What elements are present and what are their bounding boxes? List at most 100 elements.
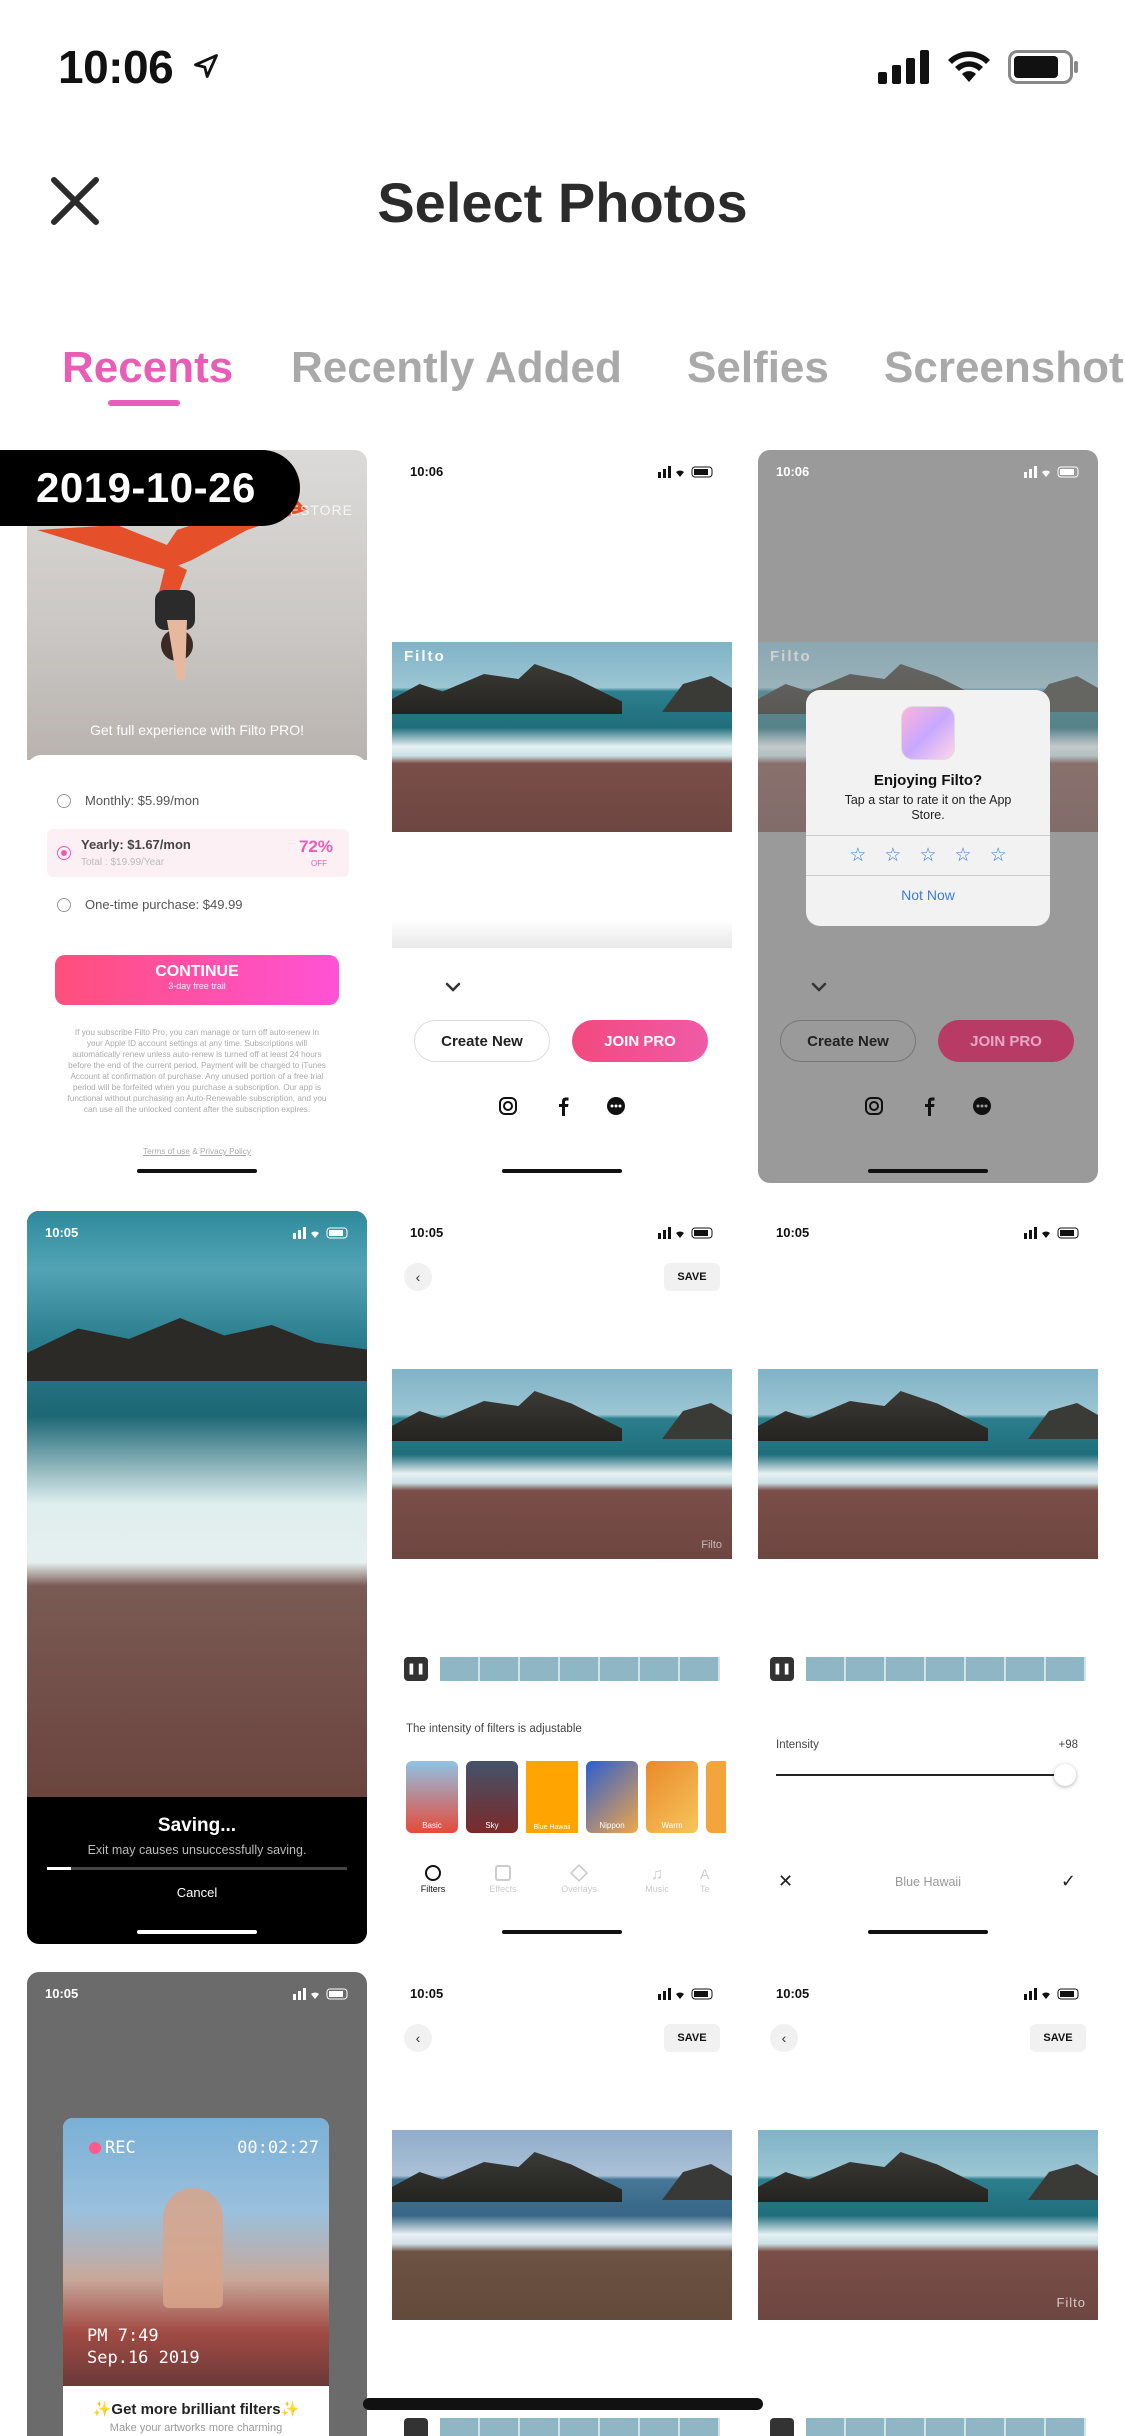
discount-badge: 72%	[298, 837, 333, 856]
chevron-down-icon	[445, 982, 461, 992]
star-icon: ☆	[849, 845, 867, 866]
saving-progress	[47, 1867, 347, 1870]
filter-item-selected: Blue Hawaii	[526, 1761, 578, 1833]
option-monthly: Monthly: $5.99/mon	[85, 793, 200, 808]
back-icon: ‹	[770, 2024, 798, 2052]
continue-label: CONTINUE	[155, 963, 239, 980]
promo-headline: ✨Get more brilliant filters✨	[92, 2401, 300, 2418]
promo-subline: Make your artworks more charming	[109, 2422, 283, 2434]
star-icon: ☆	[954, 845, 972, 866]
mini-status-time: 10:06	[776, 464, 810, 479]
star-icon: ☆	[884, 845, 902, 866]
legal-text: If you subscribe Filto Pro, you can mana…	[67, 1028, 327, 1114]
create-new-button: Create New	[414, 1020, 550, 1062]
filter-hint: The intensity of filters is adjustable	[406, 1723, 582, 1735]
location-arrow-icon	[194, 54, 218, 78]
star-icon: ☆	[989, 845, 1007, 866]
instagram-icon	[865, 1097, 883, 1115]
photo-thumbnail[interactable]: 10:06 Filto Create New JOIN PRO	[392, 450, 732, 1183]
date-badge: 2019-10-26	[0, 450, 300, 526]
photo-thumbnail[interactable]: 10:05 Saving... Exit may causes unsucces…	[27, 1211, 367, 1944]
beach-photo	[392, 2130, 732, 2320]
privacy-link: Privacy Policy	[199, 1147, 251, 1156]
option-one-time: One-time purchase: $49.99	[85, 897, 243, 912]
tab-filters: Filters	[408, 1865, 458, 1894]
photo-thumbnail[interactable]: 10:05 ‹ SAVE Filto	[758, 1972, 1098, 2436]
tab-recently-added[interactable]: Recently Added	[291, 343, 622, 393]
continue-button: CONTINUE 3-day free trail	[55, 955, 339, 1005]
mini-status-time: 10:05	[45, 1986, 79, 2001]
continue-sublabel: 3-day free trail	[168, 981, 226, 991]
facebook-icon	[925, 1097, 935, 1116]
tab-recents[interactable]: Recents	[62, 343, 233, 393]
radio-selected	[57, 846, 71, 860]
filter-list: Basic Sky Blue Hawaii Nippon Warm	[406, 1761, 726, 1833]
mini-status-time: 10:05	[45, 1225, 79, 1240]
dialog-body: Tap a star to rate it on the App Store.	[844, 793, 1012, 822]
radio-unselected	[57, 793, 71, 808]
back-icon: ‹	[404, 2024, 432, 2052]
terms-separator: &	[192, 1147, 198, 1156]
rec-indicator	[89, 2142, 101, 2154]
save-button: SAVE	[1030, 2024, 1086, 2052]
watermark: Filto	[770, 648, 812, 665]
photo-thumbnail[interactable]: 10:05 ❚❚ Intensity +98 ✕ Blue Hawaii ✓	[758, 1211, 1098, 1944]
mini-status-time: 10:05	[410, 1986, 444, 2001]
play-pause-icon: ❚❚	[770, 1657, 794, 1681]
editor-bottom-tabs: Filters Effects Overlays ♫ Music A Te	[392, 1863, 732, 1905]
tab-screenshots[interactable]: Screenshots	[884, 343, 1125, 393]
home-indicator	[137, 1169, 257, 1173]
timeline-strip	[806, 1657, 1086, 1681]
photo-thumbnail[interactable]: 10:05 ‹ SAVE	[392, 1972, 732, 2436]
status-time: 10:06	[58, 41, 174, 93]
photo-thumbnail[interactable]: 10:05 ‹ SAVE Filto ❚❚ The intensity of f…	[392, 1211, 732, 1944]
beach-photo: Filto	[392, 642, 732, 832]
join-pro-button: JOIN PRO	[938, 1020, 1074, 1062]
create-new-button: Create New	[780, 1020, 916, 1062]
chevron-down-icon	[811, 982, 827, 992]
photo-thumbnail[interactable]: 10:06 Filto Enjoying Filto? Tap a star t…	[758, 450, 1098, 1183]
not-now-button: Not Now	[806, 875, 1050, 913]
beach-photo	[758, 1369, 1098, 1559]
mini-status-time: 10:05	[776, 1225, 810, 1240]
instagram-icon	[499, 1097, 517, 1115]
home-indicator	[502, 1169, 622, 1173]
scroll-indicator[interactable]	[363, 2398, 763, 2410]
tab-selfies[interactable]: Selfies	[687, 343, 829, 393]
mini-status-icons	[1024, 1227, 1079, 1239]
rec-label: REC	[105, 2138, 136, 2158]
saving-subtitle: Exit may causes unsuccessfully saving.	[87, 1843, 307, 1857]
filter-item: Sky	[466, 1761, 518, 1833]
intensity-label: Intensity	[776, 1739, 819, 1751]
filter-label: Nippon	[599, 1821, 625, 1830]
home-indicator	[868, 1169, 988, 1173]
watermark: Filto	[1056, 2295, 1086, 2310]
more-icon	[607, 1097, 625, 1115]
promo-headline: Get full experience with Filto PRO!	[90, 722, 304, 738]
save-button: SAVE	[664, 1263, 720, 1291]
timeline-strip	[440, 1657, 720, 1681]
more-icon	[973, 1097, 991, 1115]
filter-label: Warm	[661, 1821, 683, 1830]
tab-music: ♫ Music	[645, 1866, 669, 1894]
wifi-icon	[948, 51, 990, 82]
tab-overlays: Overlays	[554, 1863, 604, 1894]
mini-status-icons	[293, 1227, 348, 1239]
app-icon	[901, 706, 955, 760]
filter-name: Blue Hawaii	[894, 1875, 961, 1889]
tab-text: A Te	[700, 1866, 710, 1894]
option-yearly: Yearly: $1.67/mon	[81, 837, 191, 852]
play-pause-icon: ❚❚	[404, 1657, 428, 1681]
mini-status-time: 10:05	[410, 1225, 444, 1240]
home-indicator	[868, 1930, 988, 1934]
star-icon: ☆	[919, 845, 937, 866]
mini-status-icons	[658, 466, 713, 478]
intensity-value: +98	[1058, 1739, 1078, 1751]
terms-link: Terms of use	[143, 1147, 190, 1156]
photo-thumbnail[interactable]: 10:05 REC 00:02:27 PM 7:49 Sep.16 2019 ✨…	[27, 1972, 367, 2436]
photo-thumbnail[interactable]: RESTORE Get full experience with Filto P…	[27, 450, 367, 1183]
vhs-time: PM 7:49	[87, 2326, 159, 2346]
star-rating: ☆ ☆ ☆ ☆ ☆	[806, 835, 1050, 875]
mini-status-time: 10:06	[410, 464, 444, 479]
mini-status-time: 10:05	[776, 1986, 810, 2001]
